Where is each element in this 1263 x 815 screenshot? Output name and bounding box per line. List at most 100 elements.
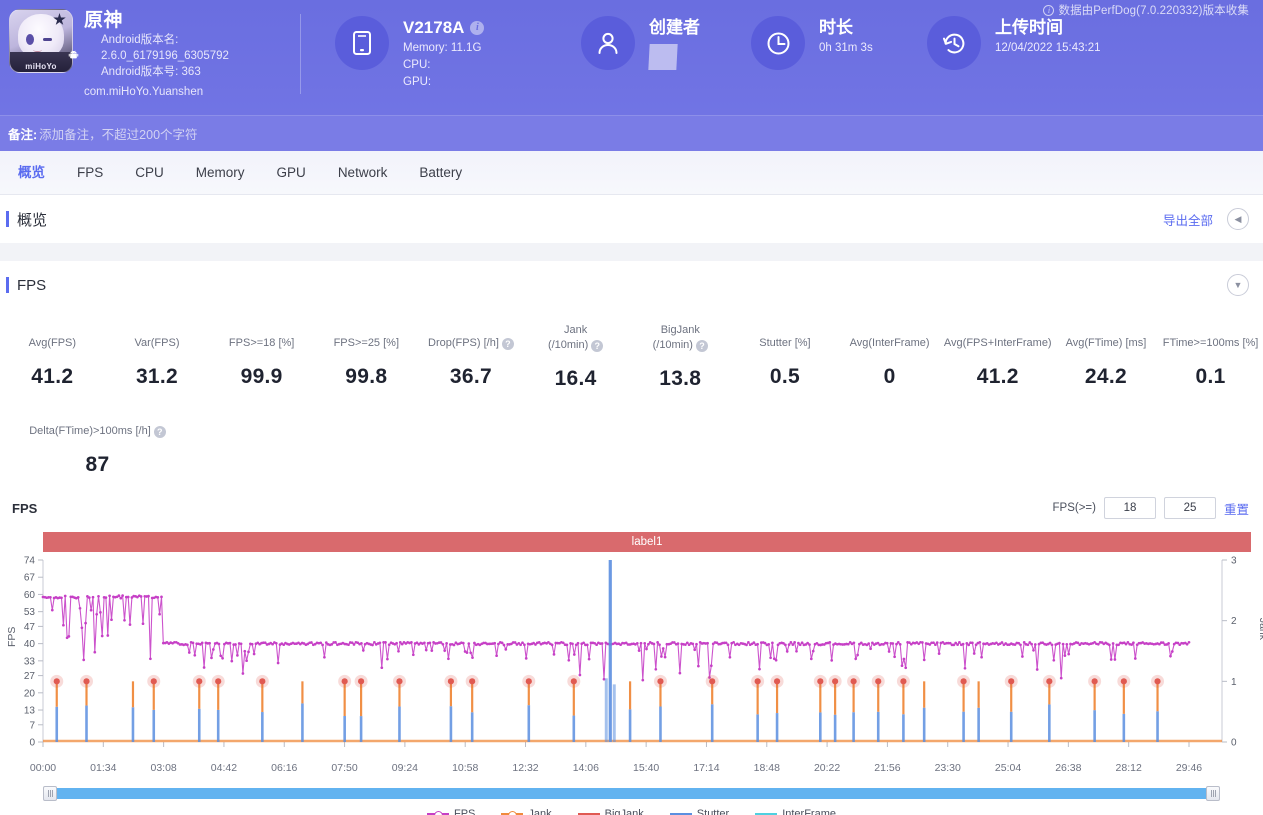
metric-value: 0.1 — [1160, 353, 1261, 389]
scrollbar-handle-right[interactable] — [1206, 786, 1220, 801]
x-axis-tick: 29:46 — [1176, 762, 1202, 774]
threshold-input-1[interactable] — [1104, 497, 1156, 519]
help-icon[interactable]: ? — [696, 340, 708, 352]
metric-fps-ge-25: FPS>=25 [%] 99.8 — [314, 323, 419, 391]
device-info-icon[interactable]: i — [470, 21, 484, 35]
clock-icon — [765, 30, 792, 57]
history-icon-circle — [927, 16, 981, 70]
metric-value: 0.5 — [735, 353, 836, 389]
duration-block: 时长 0h 31m 3s — [751, 0, 927, 70]
phone-icon — [350, 30, 374, 56]
tab-overview[interactable]: 概览 — [2, 151, 61, 195]
chart-plot-area[interactable]: FPS Jank 07132027334047536067740123 — [0, 552, 1263, 762]
metric-avg-interframe: Avg(InterFrame) 0 — [837, 323, 942, 391]
collapse-left-button[interactable]: ◀ — [1227, 208, 1249, 230]
svg-text:3: 3 — [1231, 556, 1237, 567]
metrics-row-2: Delta(FTime)>100ms [/h]? 87 — [0, 391, 1263, 477]
device-gpu: GPU: — [403, 74, 484, 91]
threshold-input-2[interactable] — [1164, 497, 1216, 519]
metric-label: FPS>=25 [%] — [334, 336, 399, 351]
x-axis-tick: 14:06 — [573, 762, 599, 774]
help-icon[interactable]: ? — [591, 340, 603, 352]
history-icon — [941, 30, 968, 57]
metric-avg-ftime: Avg(FTime) [ms] 24.2 — [1054, 323, 1159, 391]
legend-item[interactable]: Jank — [501, 808, 551, 815]
tab-fps[interactable]: FPS — [61, 151, 119, 195]
main-tabs: 概览 FPS CPU Memory GPU Network Battery — [0, 151, 1263, 195]
metric-label: Var(FPS) — [134, 336, 179, 351]
metric-var-fps: Var(FPS) 31.2 — [105, 323, 210, 391]
y-axis-label: FPS — [6, 627, 18, 647]
x-axis-tick: 09:24 — [392, 762, 418, 774]
metric-drop-fps: Drop(FPS) [/h]? 36.7 — [419, 323, 524, 391]
scrollbar-handle-left[interactable] — [43, 786, 57, 801]
upload-value: 12/04/2022 15:43:21 — [995, 40, 1101, 57]
legend-item[interactable]: BigJank — [578, 808, 644, 815]
metric-label: Avg(InterFrame) — [850, 336, 930, 351]
app-info-block: miHoYo 原神 Android版本名: 2.6.0_6179196_6305… — [0, 0, 300, 100]
metric-stutter: Stutter [%] 0.5 — [733, 323, 838, 391]
metric-ftime-ge-100ms: FTime>=100ms [%] 0.1 — [1158, 323, 1263, 391]
x-axis-tick: 28:12 — [1116, 762, 1142, 774]
svg-text:47: 47 — [24, 622, 36, 633]
device-memory: Memory: 11.1G — [403, 40, 484, 57]
user-icon — [595, 30, 621, 56]
export-all-button[interactable]: 导出全部 — [1163, 210, 1213, 229]
legend-item[interactable]: InterFrame — [755, 808, 836, 815]
device-cpu: CPU: — [403, 57, 484, 74]
metric-value: 41.2 — [944, 353, 1052, 389]
chart-toolbar: FPS FPS(>=) 重置 — [0, 495, 1263, 521]
help-icon[interactable]: ? — [154, 426, 166, 438]
x-axis-tick: 03:08 — [150, 762, 176, 774]
svg-text:20: 20 — [24, 688, 36, 699]
legend-item[interactable]: Stutter — [670, 808, 729, 815]
x-axis-tick: 20:22 — [814, 762, 840, 774]
tab-cpu[interactable]: CPU — [119, 151, 180, 195]
device-info-block: V2178A i Memory: 11.1G CPU: GPU: — [301, 0, 581, 91]
svg-text:13: 13 — [24, 706, 36, 717]
duration-title: 时长 — [819, 16, 873, 40]
scrollbar-track[interactable] — [43, 788, 1220, 799]
metric-label-2: (/10min) — [653, 338, 693, 353]
avatar-tag: miHoYo — [10, 62, 72, 71]
svg-text:7: 7 — [29, 720, 35, 731]
metric-value: 36.7 — [421, 353, 522, 389]
tab-gpu[interactable]: GPU — [261, 151, 322, 195]
metric-value: 99.8 — [316, 353, 417, 389]
x-axis-tick: 12:32 — [512, 762, 538, 774]
help-icon[interactable]: ? — [502, 338, 514, 350]
metrics-row-1: Avg(FPS) 41.2 Var(FPS) 31.2 FPS>=18 [%] … — [0, 323, 1263, 391]
remark-bar[interactable]: 备注: 添加备注，不超过200个字符 — [0, 115, 1263, 151]
device-model: V2178A i — [403, 16, 484, 40]
legend-label: InterFrame — [782, 808, 836, 815]
tab-network[interactable]: Network — [322, 151, 404, 195]
x-axis-tick: 04:42 — [211, 762, 237, 774]
metric-value: 41.2 — [2, 353, 103, 389]
remark-input[interactable]: 添加备注，不超过200个字符 — [37, 124, 197, 143]
tab-memory[interactable]: Memory — [180, 151, 261, 195]
chart-title: FPS — [12, 501, 37, 516]
metric-value: 99.9 — [211, 353, 312, 389]
legend-item[interactable]: FPS — [427, 808, 475, 815]
x-axis-tick: 01:34 — [90, 762, 116, 774]
phone-icon-circle — [335, 16, 389, 70]
metric-label: Delta(FTime)>100ms [/h] — [29, 424, 151, 439]
metric-label: Stutter [%] — [759, 336, 810, 351]
collect-note-text: 数据由PerfDog(7.0.220332)版本收集 — [1058, 2, 1249, 18]
tab-battery[interactable]: Battery — [403, 151, 478, 195]
metric-jank: Jank (/10min)? 16.4 — [523, 323, 628, 391]
legend-label: Stutter — [697, 808, 729, 815]
fps-collapse-button[interactable]: ▼ — [1227, 274, 1249, 296]
chart-legend: FPS Jank BigJank Stutter InterFrame — [0, 801, 1263, 815]
metric-label: FTime>=100ms [%] — [1163, 336, 1259, 351]
creator-title: 创建者 — [649, 16, 700, 40]
fps-title: FPS — [6, 277, 46, 294]
reset-button[interactable]: 重置 — [1224, 499, 1249, 518]
chart-label-band: label1 — [43, 532, 1251, 552]
app-name: 原神 — [84, 9, 229, 32]
chart-range-scrollbar[interactable] — [43, 786, 1220, 801]
android-version-name-value: 2.6.0_6179196_6305792 — [101, 50, 229, 62]
section-divider-band — [0, 243, 1263, 261]
app-header: i 数据由PerfDog(7.0.220332)版本收集 miHoYo 原神 A… — [0, 0, 1263, 115]
chart-svg[interactable]: 07132027334047536067740123 — [0, 552, 1263, 752]
